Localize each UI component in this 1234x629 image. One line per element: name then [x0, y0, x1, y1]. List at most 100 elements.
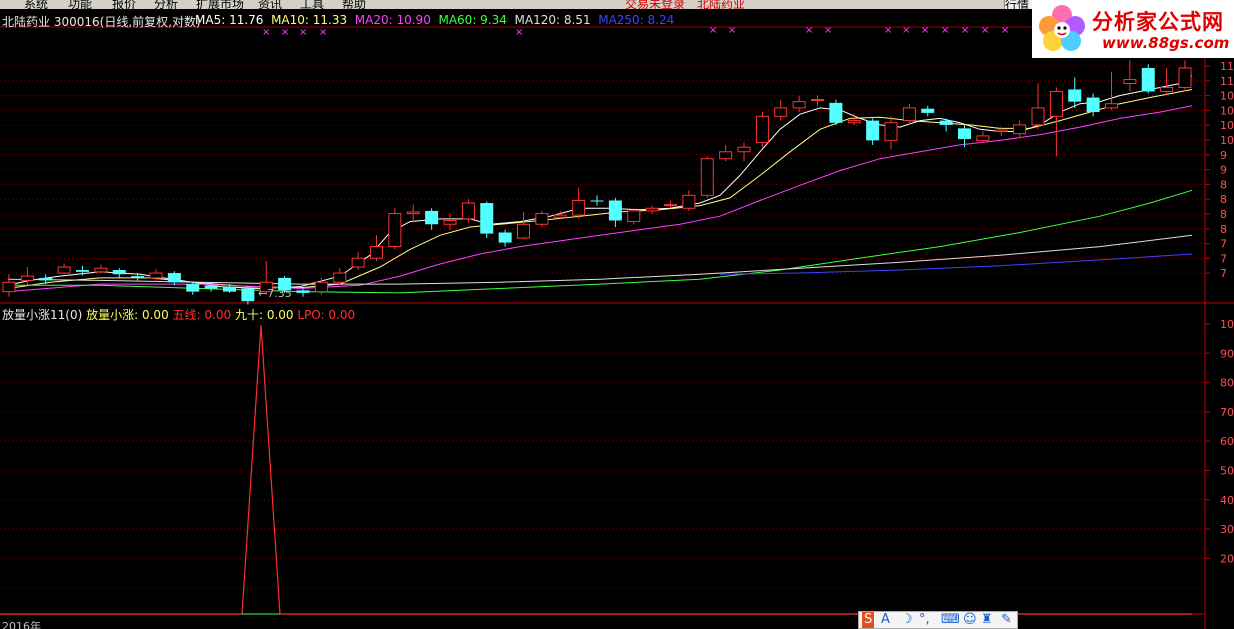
candle [1031, 83, 1045, 130]
candle [1105, 71, 1118, 110]
keyboard-icon[interactable]: ⌨ [941, 612, 960, 628]
candle-body-up [755, 115, 769, 144]
indicator-axis-label: 70 [1220, 406, 1234, 419]
candle [1160, 67, 1174, 96]
indicator-field-volume: 放量小涨: 0.00 [86, 308, 169, 322]
candle [20, 267, 34, 286]
candle-body-up [627, 210, 641, 223]
indicator-line [0, 324, 1192, 615]
candle [425, 208, 439, 230]
signal-mark: × [921, 25, 929, 36]
signal-mark: × [824, 25, 832, 36]
candle-body-up [406, 211, 420, 215]
candle-body-up [792, 101, 806, 109]
candle-body-up [1013, 124, 1027, 135]
indicator-field-ninety: 九十: 0.00 [234, 308, 294, 322]
date-axis-label: 2016年 [2, 619, 41, 629]
price-axis-label: 11 [1220, 75, 1234, 88]
candle-body-up [57, 266, 71, 274]
candle-body-up [461, 202, 475, 220]
candle-body-up [976, 135, 990, 141]
price-axis-label: 8 [1220, 193, 1227, 206]
user-icon[interactable]: ☺ [963, 612, 977, 628]
signal-mark: × [281, 27, 289, 38]
ime-toolbar[interactable]: S A ☽ °, ⌨ ☺ ♜ ✎ [858, 611, 1018, 629]
ma-legend: MA5: 11.76 MA10: 11.33 MA20: 10.90 MA60:… [195, 13, 674, 27]
signal-mark: × [262, 27, 270, 38]
candle-body-up [700, 158, 714, 196]
ime-mode-icon[interactable]: A [881, 612, 890, 628]
candle [774, 99, 788, 121]
candle [792, 95, 806, 113]
moon-icon[interactable]: ☽ [901, 612, 913, 628]
menu-extended-market[interactable]: 扩展市场 [196, 0, 244, 9]
menu-system[interactable]: 系统 [24, 0, 48, 9]
signal-mark: × [884, 25, 892, 36]
quote-tab[interactable]: 行情 [1004, 0, 1034, 9]
candle [847, 114, 861, 125]
price-axis-label: 7 [1220, 267, 1227, 280]
ma10-legend: MA10: 11.33 [271, 13, 348, 27]
candle [976, 131, 990, 143]
trade-login-status[interactable]: 交易未登录 [625, 0, 685, 9]
candle-body-up [1105, 103, 1118, 109]
candle-body-up [314, 281, 328, 293]
menu-news[interactable]: 资讯 [258, 0, 282, 9]
candle [1013, 120, 1027, 139]
candle-body-down [921, 108, 935, 113]
indicator-axis-label: 50 [1220, 465, 1234, 478]
ma250-legend: MA250: 8.24 [598, 13, 675, 27]
candle-body-down [112, 270, 126, 275]
price-axis-label: 9 [1220, 164, 1227, 177]
candle-body-down [204, 285, 218, 289]
punctuation-icon[interactable]: °, [919, 612, 930, 628]
candle [443, 213, 457, 230]
signal-mark: × [1001, 25, 1009, 36]
candle [682, 190, 696, 211]
ime-logo-icon[interactable]: S [862, 612, 875, 628]
wrench-icon[interactable]: ✎ [1001, 612, 1012, 628]
logo-url[interactable]: www.88gs.com [1102, 34, 1229, 52]
indicator-axis-label: 90 [1220, 347, 1234, 360]
candle [241, 286, 255, 305]
candle-body-up [719, 151, 733, 160]
candle-body-down [186, 284, 200, 292]
candle [480, 201, 494, 239]
menu-function[interactable]: 功能 [68, 0, 92, 9]
menu-analysis[interactable]: 分析 [154, 0, 178, 9]
ma120-legend: MA120: 8.51 [514, 13, 591, 27]
candle-body-up [351, 257, 365, 268]
menu-quote[interactable]: 报价 [112, 0, 136, 9]
skin-icon[interactable]: ♜ [981, 612, 993, 628]
menu-tools[interactable]: 工具 [300, 0, 324, 9]
candle-body-up [388, 213, 402, 248]
stock-header: 北陆药业 300016(日线,前复权,对数) [2, 13, 201, 30]
candle-body-up [443, 219, 457, 225]
candle [1049, 87, 1063, 157]
candle-body-down [296, 290, 310, 293]
candle [921, 105, 935, 117]
menu-help[interactable]: 帮助 [342, 0, 366, 9]
candlestick-series [2, 60, 1192, 305]
signal-mark: × [728, 25, 736, 36]
candle [112, 268, 126, 278]
stock-name: 北陆药业 [2, 15, 51, 29]
candle-body-down [223, 286, 236, 292]
candle [627, 208, 641, 225]
signal-mark: × [941, 25, 949, 36]
indicator-name[interactable]: 放量小涨11(0) [2, 308, 82, 322]
candle-body-up [20, 275, 34, 281]
candle-body-down [939, 120, 953, 125]
candle-body-down [590, 200, 604, 202]
current-stock-title: 北陆药业 [697, 0, 746, 9]
chart-period: (日线,前复权,对数) [99, 15, 201, 29]
candle [755, 112, 769, 148]
candle [719, 144, 733, 162]
price-axis: 111110101010998888777 [1205, 60, 1234, 280]
price-axis-label: 10 [1220, 90, 1234, 103]
candle-body-down [866, 120, 880, 141]
candle [149, 269, 163, 282]
candle-body-down [1086, 97, 1100, 113]
price-axis-label: 8 [1220, 178, 1227, 191]
candle-body-down [425, 210, 439, 225]
